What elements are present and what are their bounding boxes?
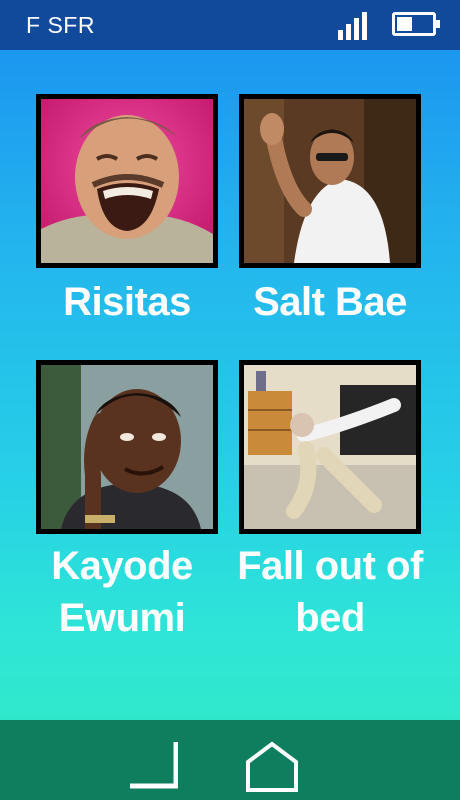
caption-risitas: Risitas [63, 280, 191, 324]
meme-tile-fall-out-of-bed[interactable] [239, 360, 421, 534]
woman-falling-out-of-bed-image [244, 365, 416, 529]
status-bar: F SFR [0, 0, 460, 50]
meme-tile-salt-bae[interactable] [239, 94, 421, 268]
finger-to-temple-man-image [41, 365, 213, 529]
signal-icon [338, 12, 368, 40]
back-icon[interactable] [126, 740, 179, 790]
carrier-label: F SFR [26, 12, 95, 38]
caption-kayode-ewumi: Kayode Ewumi [51, 544, 193, 640]
laughing-man-image [41, 99, 213, 263]
home-icon[interactable] [244, 740, 300, 794]
caption-fall-out-of-bed: Fall out of bed [237, 544, 423, 640]
caption-salt-bae: Salt Bae [253, 280, 407, 324]
meme-tile-risitas[interactable] [36, 94, 218, 268]
salt-sprinkling-man-image [244, 99, 416, 263]
battery-icon [392, 12, 440, 36]
navigation-bar [0, 720, 460, 800]
meme-tile-kayode-ewumi[interactable] [36, 360, 218, 534]
